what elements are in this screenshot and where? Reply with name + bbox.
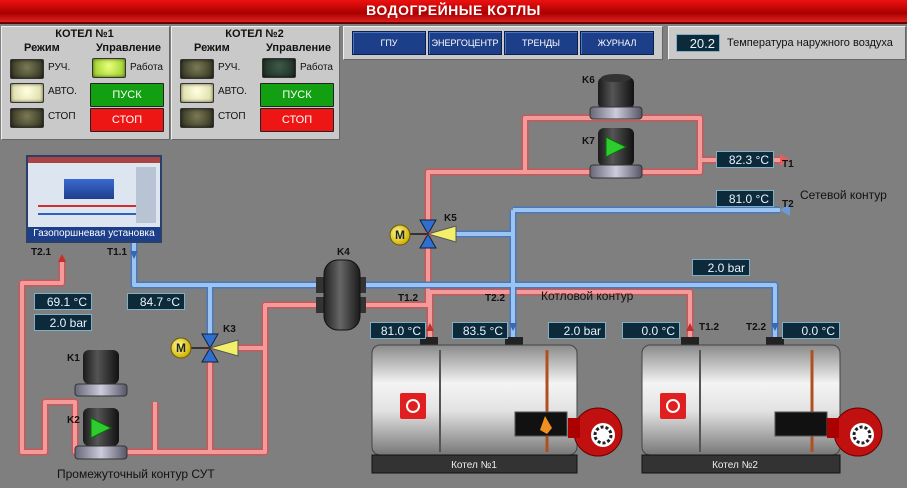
valve-k3: M [170, 333, 239, 363]
b1-t22-temp-display: 83.5 °C [452, 322, 508, 339]
t11-temp-display: 84.7 °C [127, 293, 185, 310]
k3-motor-label: M [176, 341, 186, 355]
b1-t12-temp-display: 81.0 °C [370, 322, 426, 339]
pump-k2 [74, 408, 128, 460]
gpu-thumbnail-engine [64, 179, 114, 199]
b2-t22-label: T2.2 [746, 322, 767, 333]
b1-pressure-display: 2.0 bar [548, 322, 606, 339]
intermediate-loop-label: Промежуточный контур СУТ [57, 467, 215, 481]
t1-temp-display: 82.3 °C [716, 151, 774, 168]
k6-label: K6 [582, 75, 595, 86]
k1-label: K1 [67, 353, 80, 364]
k3-label: K3 [223, 324, 236, 335]
b1-t22-label: T2.2 [485, 293, 506, 304]
k2-label: K2 [67, 415, 80, 426]
gpu-thumbnail-sidebar [136, 167, 156, 223]
gpu-thumbnail-pipe-blue [38, 213, 138, 215]
boiler2-unit: Котел №2 [641, 337, 883, 474]
boiler-loop-label: Котловой контур [541, 289, 634, 303]
pump-k7 [589, 128, 643, 179]
boiler2-name-label: Котел №2 [712, 460, 758, 471]
t11-label: T1.1 [107, 247, 128, 258]
t21-pressure-display: 2.0 bar [34, 314, 92, 331]
valve-k5: M [389, 219, 457, 249]
t1-label: T1 [782, 159, 794, 170]
process-diagram: M M Котел №1 Котел №2 [18, 74, 883, 474]
network-loop-label: Сетевой контур [800, 188, 887, 202]
t2-temp-display: 81.0 °C [716, 190, 774, 207]
b2-t12-temp-display: 0.0 °C [622, 322, 680, 339]
t21-label: T2.1 [31, 247, 52, 258]
t21-temp-display: 69.1 °C [34, 293, 92, 310]
network-pressure-display: 2.0 bar [692, 259, 750, 276]
boiler1-name-label: Котел №1 [451, 460, 497, 471]
k5-motor-label: M [395, 228, 405, 242]
b2-t22-temp-display: 0.0 °C [782, 322, 840, 339]
hydraulic-separator-k4 [316, 259, 366, 331]
t2-label: T2 [782, 199, 794, 210]
k7-label: K7 [582, 136, 595, 147]
boiler1-unit: Котел №1 [371, 337, 623, 474]
gpu-thumbnail-header [28, 157, 160, 163]
b2-t12-label: T1.2 [699, 322, 720, 333]
gpu-thumbnail-pipe-red [38, 205, 138, 207]
k4-label: K4 [337, 247, 350, 258]
pump-k1 [74, 350, 128, 397]
pump-k6 [589, 74, 643, 120]
gpu-thumbnail[interactable]: Газопоршневая установка [26, 155, 162, 243]
b1-t12-label: T1.2 [398, 293, 419, 304]
gpu-thumbnail-label: Газопоршневая установка [28, 227, 160, 241]
k5-label: K5 [444, 213, 457, 224]
